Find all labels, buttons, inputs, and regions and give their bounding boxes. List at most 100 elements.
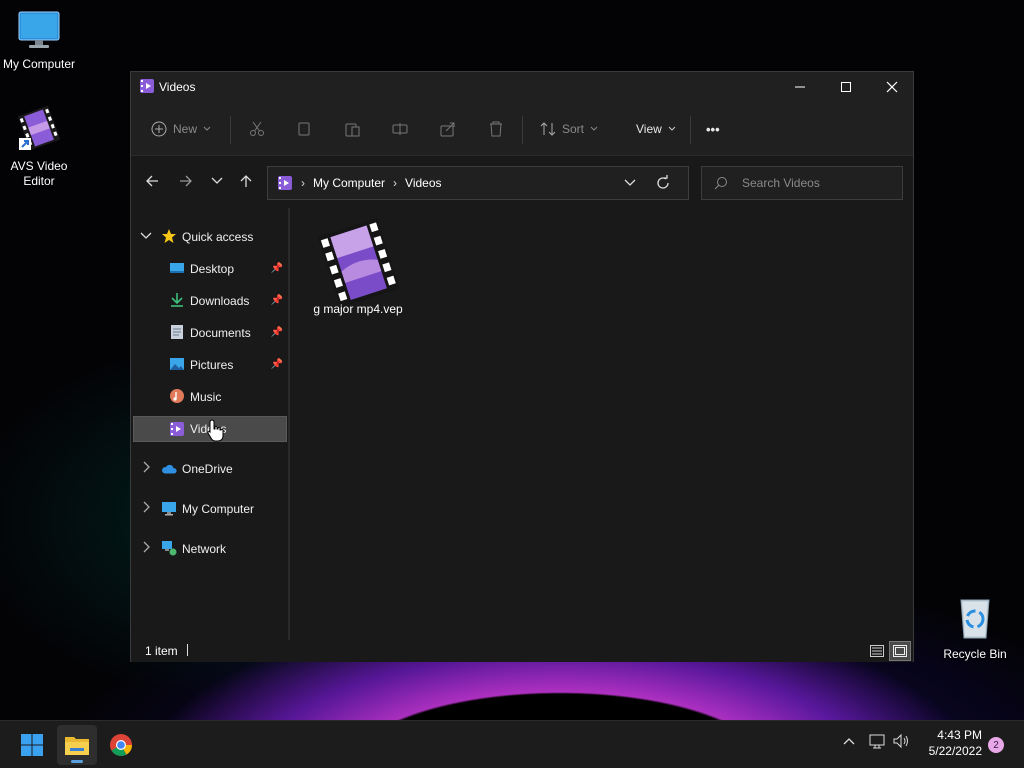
share-button[interactable] [440,114,456,144]
desktop-icon-label: Recycle Bin [943,647,1007,661]
maximize-button[interactable] [823,72,869,102]
cut-button[interactable] [249,114,265,144]
sidebar-item-label: Music [190,390,222,404]
sidebar-item-documents[interactable]: Documents 📌 [133,320,287,346]
sidebar-item-desktop[interactable]: Desktop 📌 [133,256,287,282]
plus-circle-icon [151,121,167,137]
desktop-icon-recycle-bin[interactable]: Recycle Bin [933,596,1017,662]
sidebar-item-network[interactable]: Network [133,536,287,562]
taskbar: 4:43 PM 5/22/2022 2 [0,720,1024,768]
arrow-right-icon [180,175,192,187]
maximize-icon [841,82,851,92]
address-bar[interactable]: › My Computer › Videos [267,166,689,200]
back-button[interactable] [141,170,163,192]
sidebar-item-my-computer[interactable]: My Computer [133,496,287,522]
breadcrumb-my-computer[interactable]: My Computer [313,176,385,190]
pin-icon: 📌 [270,263,283,274]
details-view-button[interactable] [867,642,887,660]
file-item[interactable]: g major mp4.vep [303,218,413,316]
show-hidden-icons-button[interactable] [841,733,857,752]
sidebar-item-label: My Computer [182,502,255,516]
volume-button[interactable] [893,733,911,752]
notification-badge[interactable]: 2 [988,737,1004,753]
network-status-button[interactable] [869,733,887,752]
chevron-down-icon [624,179,636,186]
sidebar-item-downloads[interactable]: Downloads 📌 [133,288,287,314]
more-options-icon: ••• [706,121,720,137]
document-icon [171,325,183,339]
large-icons-view-button[interactable] [889,641,911,661]
close-button[interactable] [869,72,915,102]
sidebar-item-quick-access[interactable]: Quick access [133,224,287,250]
recycle-bin-icon [960,599,990,639]
picture-icon [170,358,184,370]
videos-folder-icon [170,422,184,436]
file-name: g major mp4.vep [313,302,403,316]
status-bar: 1 item [131,640,913,662]
chevron-down-icon [140,232,152,239]
toolbar-divider [230,116,231,144]
network-icon [162,541,177,556]
clock-time: 4:43 PM [937,728,982,742]
breadcrumb-separator: › [393,176,398,190]
sidebar-item-label: Desktop [190,262,235,276]
minimize-button[interactable] [777,72,823,102]
toolbar-divider [690,116,691,144]
refresh-icon [657,175,669,189]
desktop-icon-label: My Computer [2,57,76,71]
sidebar-item-onedrive[interactable]: OneDrive [133,456,287,482]
star-icon [162,229,176,243]
view-button[interactable]: View [636,114,676,144]
videos-folder-icon [139,78,155,97]
recent-locations-button[interactable] [206,170,228,192]
navigation-bar: › My Computer › Videos Search Videos [131,156,913,206]
chevron-down-icon [668,126,676,131]
sidebar-item-music[interactable]: Music [133,384,287,410]
pane-splitter[interactable] [288,208,290,640]
search-icon [714,176,728,190]
title-bar[interactable]: Videos [131,72,913,102]
cloud-icon [162,464,177,474]
chrome-icon [110,734,132,756]
chevron-up-icon [843,738,855,745]
pin-icon: 📌 [270,359,283,370]
music-icon [170,389,184,403]
pin-icon: 📌 [270,327,283,338]
window-title: Videos [159,80,196,94]
new-button[interactable]: New [151,114,211,144]
sidebar-item-label: Documents [190,326,251,340]
clipboard-icon [345,123,360,137]
rename-button[interactable] [392,114,408,144]
up-button[interactable] [235,170,257,192]
sort-button[interactable]: Sort [540,114,598,144]
breadcrumb-videos[interactable]: Videos [405,176,441,190]
film-reel-icon [17,105,61,151]
chevron-right-icon [143,541,150,553]
start-button[interactable] [12,725,52,765]
address-history-button[interactable] [624,179,636,187]
sidebar-item-pictures[interactable]: Pictures 📌 [133,352,287,378]
arrow-left-icon [146,175,158,187]
folder-icon [65,737,89,755]
desktop-icon-avs-video-editor[interactable]: AVS Video Editor [0,104,81,189]
refresh-button[interactable] [655,175,671,191]
large-icons-view-icon [893,645,907,657]
trash-icon [490,121,502,137]
clock[interactable]: 4:43 PM 5/22/2022 [918,727,982,759]
taskbar-chrome[interactable] [101,725,141,765]
command-bar: New Sort View ••• [131,102,913,156]
chevron-down-icon [203,126,211,131]
desktop-icon-label: AVS Video Editor [10,159,68,188]
copy-button[interactable] [296,114,312,144]
more-options-button[interactable]: ••• [706,114,720,144]
videos-folder-icon [277,175,293,191]
rename-icon [392,123,408,135]
sidebar-item-label: Quick access [182,230,254,244]
share-icon [440,122,455,137]
search-box[interactable]: Search Videos [701,166,903,200]
delete-button[interactable] [488,114,504,144]
paste-button[interactable] [344,114,360,144]
taskbar-file-explorer[interactable] [57,725,97,765]
forward-button[interactable] [175,170,197,192]
desktop-icon-my-computer[interactable]: My Computer [0,10,81,72]
